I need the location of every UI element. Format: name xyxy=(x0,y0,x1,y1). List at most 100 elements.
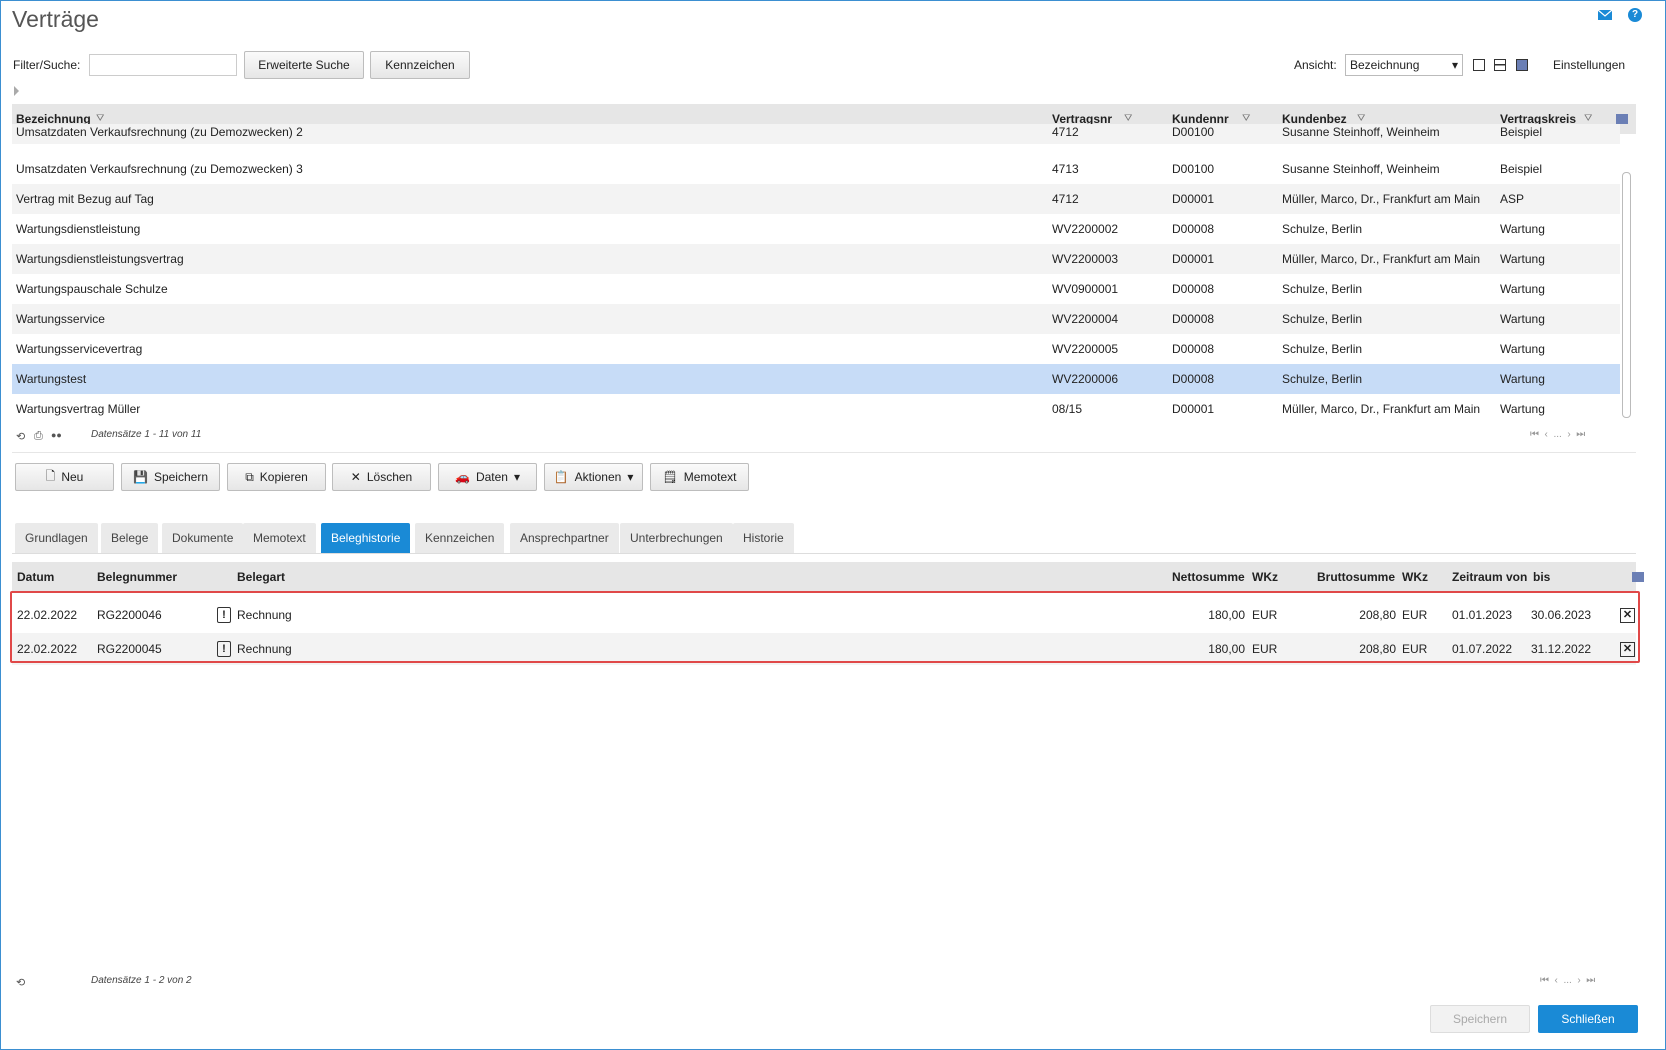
actions-label: Aktionen xyxy=(574,470,622,484)
cell-vertragskreis: Wartung xyxy=(1500,282,1545,296)
tags-button[interactable]: Kennzeichen xyxy=(370,51,470,79)
table-row[interactable]: Wartungspauschale Schulze WV0900001 D00008… xyxy=(12,274,1620,304)
cell-bezeichnung: Wartungsservicevertrag xyxy=(16,342,143,356)
tab-dokumente[interactable]: Dokumente xyxy=(162,523,244,553)
cell-vertragsnr: WV2200006 xyxy=(1052,372,1119,386)
footer-save-label: Speichern xyxy=(1452,1012,1508,1026)
print-icon[interactable]: ⎙ xyxy=(34,430,43,443)
history-grid-header: Datum Belegnummer Belegart Nettosumme WK… xyxy=(12,562,1644,592)
filter-icon[interactable]: ⛛ xyxy=(1584,113,1592,124)
cell-bezeichnung: Umsatzdaten Verkaufsrechnung (zu Demozwe… xyxy=(16,162,303,176)
close-button[interactable]: Schließen xyxy=(1538,1005,1638,1033)
cell-kundennr: D00008 xyxy=(1172,282,1215,296)
column-belegnummer[interactable]: Belegnummer xyxy=(97,562,177,592)
tab-beleghistorie[interactable]: Beleghistorie xyxy=(321,523,411,553)
table-row[interactable]: Wartungsvertrag Müller 08/15 D00001 Müller,… xyxy=(12,394,1620,424)
filter-label: Filter/Suche: xyxy=(13,58,81,72)
copy-label: Kopieren xyxy=(259,470,308,484)
table-row[interactable]: Wartungsservice WV2200004 D00008 Schulze, B… xyxy=(12,304,1620,334)
settings-link[interactable]: Einstellungen xyxy=(1553,58,1625,72)
cell-bezeichnung: Wartungsservice xyxy=(16,312,105,326)
memo-icon: 🗒 xyxy=(662,470,678,484)
table-row[interactable]: Wartungsdienstleistungsvertrag WV2200003 D… xyxy=(12,244,1620,274)
table-row[interactable]: Wartungsdienstleistung WV2200002 D00008 Sch… xyxy=(12,214,1620,244)
tab-memotext[interactable]: Memotext xyxy=(243,523,316,553)
advanced-search-button[interactable]: Erweiterte Suche xyxy=(244,51,364,79)
history-record-count: Datensätze 1 - 2 von 2 xyxy=(91,975,192,986)
cell-vertragsnr: 4712 xyxy=(1052,192,1079,206)
filter-icon[interactable]: ⛛ xyxy=(1357,113,1365,124)
cell-kundenbez: Schulze, Berlin xyxy=(1282,372,1363,386)
cell-bezeichnung: Wartungspauschale Schulze xyxy=(16,282,168,296)
column-wkz-gross[interactable]: WKz xyxy=(1402,562,1428,592)
refresh-icon[interactable]: ⟲ xyxy=(16,430,25,443)
tab-belege[interactable]: Belege xyxy=(101,523,159,553)
save-button[interactable]: 💾 Speichern xyxy=(121,463,220,491)
table-row[interactable]: Umsatzdaten Verkaufsrechnung (zu Demozwe… xyxy=(12,124,1620,144)
tab-kennzeichen[interactable]: Kennzeichen xyxy=(415,523,505,553)
cell-kundennr: D00008 xyxy=(1172,342,1215,356)
column-wkz-net[interactable]: WKz xyxy=(1252,562,1278,592)
actions-menu-button[interactable]: 📋 Aktionen ▾ xyxy=(544,463,643,491)
column-chooser-icon[interactable] xyxy=(1632,572,1644,582)
cell-bezeichnung: Vertrag mit Bezug auf Tag xyxy=(16,192,154,206)
table-row[interactable]: Vertrag mit Bezug auf Tag 4712 D00001 Mülle… xyxy=(12,184,1620,214)
scrollbar-thumb[interactable] xyxy=(1622,172,1631,418)
cell-vertragskreis: Wartung xyxy=(1500,342,1545,356)
cell-bezeichnung: Umsatzdaten Verkaufsrechnung (zu Demozwe… xyxy=(16,125,303,139)
view-mode-list-icon[interactable] xyxy=(1473,59,1485,71)
column-chooser-icon[interactable] xyxy=(1616,114,1628,124)
column-datum[interactable]: Datum xyxy=(17,562,54,592)
mail-icon[interactable] xyxy=(1597,8,1613,22)
history-pager[interactable]: ⏮ ‹ ... › ⏭ xyxy=(1540,975,1595,986)
data-menu-button[interactable]: 🚗 Daten ▾ xyxy=(438,463,537,491)
contracts-record-count: Datensätze 1 - 11 von 11 xyxy=(91,429,202,440)
contracts-pager[interactable]: ⏮ ‹ ... › ⏭ xyxy=(1530,429,1585,440)
new-button[interactable]: 🗋 Neu xyxy=(15,463,114,491)
copy-button[interactable]: ⧉ Kopieren xyxy=(227,463,326,491)
column-nettosumme[interactable]: Nettosumme xyxy=(1172,562,1245,592)
view-select-value: Bezeichnung xyxy=(1350,58,1420,72)
view-select[interactable]: Bezeichnung ▾ xyxy=(1345,54,1463,76)
refresh-icon[interactable]: ⟲ xyxy=(16,976,25,989)
table-row[interactable]: Umsatzdaten Verkaufsrechnung (zu Demozwe… xyxy=(12,154,1620,184)
help-icon[interactable]: ? xyxy=(1628,8,1642,22)
expand-arrow-icon[interactable] xyxy=(14,86,19,96)
cell-kundennr: D00008 xyxy=(1172,222,1215,236)
delete-label: Löschen xyxy=(366,470,413,484)
close-icon: ✕ xyxy=(350,470,361,484)
cell-vertragsnr: WV2200002 xyxy=(1052,222,1119,236)
column-bis[interactable]: bis xyxy=(1533,562,1550,592)
filter-icon[interactable]: ⛛ xyxy=(1124,113,1132,124)
memo-button[interactable]: 🗒 Memotext xyxy=(650,463,749,491)
save-label: Speichern xyxy=(153,470,208,484)
tab-historie[interactable]: Historie xyxy=(733,523,794,553)
tab-ansprechpartner[interactable]: Ansprechpartner xyxy=(510,523,619,553)
cell-vertragsnr: 4713 xyxy=(1052,162,1079,176)
footer-save-button[interactable]: Speichern xyxy=(1430,1005,1530,1033)
cell-vertragskreis: ASP xyxy=(1500,192,1525,206)
filter-icon[interactable]: ⛛ xyxy=(1242,113,1250,124)
table-row[interactable]: Wartungsservicevertrag WV2200005 D00008 Sch… xyxy=(12,334,1620,364)
cell-kundennr: D00008 xyxy=(1172,372,1215,386)
memo-label: Memotext xyxy=(683,470,737,484)
filter-icon[interactable]: ⛛ xyxy=(96,113,104,124)
view-label: Ansicht: xyxy=(1294,58,1337,72)
view-mode-detail-icon[interactable] xyxy=(1516,59,1528,71)
tags-label: Kennzeichen xyxy=(385,58,455,72)
tab-unterbrechungen[interactable]: Unterbrechungen xyxy=(620,523,733,553)
cell-bezeichnung: Wartungstest xyxy=(16,372,87,386)
tab-grundlagen[interactable]: Grundlagen xyxy=(15,523,98,553)
copy-icon: ⧉ xyxy=(245,469,254,484)
options-icon[interactable]: ●● xyxy=(51,430,62,440)
table-row[interactable]: Wartungstest WV2200006 D00008 Schulze, Berl… xyxy=(12,364,1620,394)
new-label: Neu xyxy=(61,470,84,484)
column-belegart[interactable]: Belegart xyxy=(237,562,285,592)
highlight-box xyxy=(10,591,1640,663)
filter-input[interactable] xyxy=(89,54,237,76)
cell-vertragskreis: Wartung xyxy=(1500,312,1545,326)
column-bruttosumme[interactable]: Bruttosumme xyxy=(1317,562,1395,592)
column-zeitraum-von[interactable]: Zeitraum von xyxy=(1452,562,1527,592)
view-mode-split-icon[interactable] xyxy=(1494,59,1506,71)
delete-button[interactable]: ✕ Löschen xyxy=(332,463,431,491)
